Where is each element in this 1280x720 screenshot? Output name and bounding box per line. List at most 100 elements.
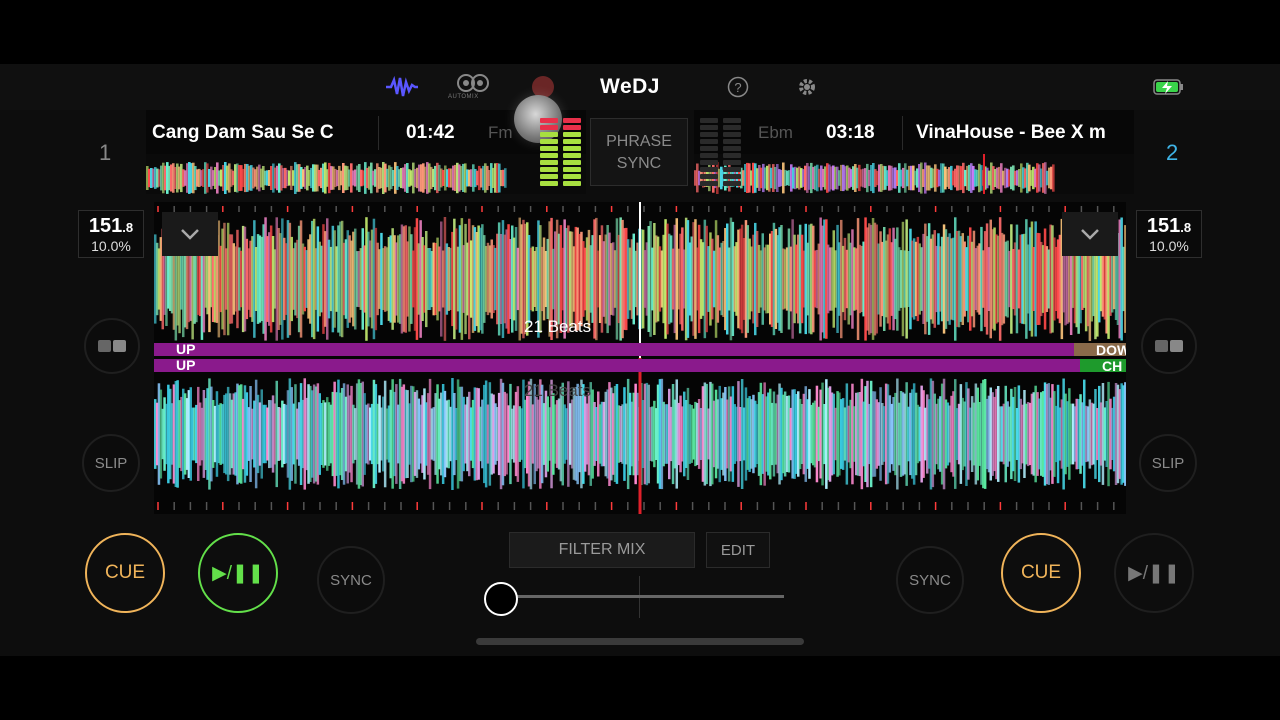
deck2-phrase-end: CH [1080, 359, 1126, 372]
home-indicator [476, 638, 804, 645]
deck2-chevron-down-icon[interactable] [1062, 212, 1118, 256]
deck1-time: 01:42 [406, 122, 455, 143]
edit-button[interactable]: EDIT [706, 532, 770, 568]
deck1-slip-button[interactable]: SLIP [82, 434, 140, 492]
meter-segment [540, 181, 558, 186]
divider [378, 116, 379, 150]
deck2-pitch: 10.0% [1149, 238, 1189, 254]
deck1-bpm-decimal: .8 [122, 220, 134, 235]
deck2-slip-button[interactable]: SLIP [1139, 434, 1197, 492]
wedj-app: AUTOMIX WeDJ ? 1 2 Cang Dam Sau Se C 01:… [0, 64, 1280, 656]
phrase-sync-button[interactable]: PHRASE SYNC [590, 118, 688, 186]
meter-segment [563, 153, 581, 158]
deck1-bpm-value: 151 [88, 215, 123, 237]
deck1-sync-button[interactable]: SYNC [317, 546, 385, 614]
meter-segment [723, 181, 741, 186]
deck1-waveform-bar [1124, 225, 1127, 333]
deck2-bpm-value: 151 [1146, 215, 1181, 237]
deck1-play-pause-button[interactable]: ▶/❚❚ [198, 533, 278, 613]
meter-segment [540, 139, 558, 144]
deck2-phrase-start: UP [176, 357, 196, 373]
crossfader-handle[interactable] [484, 582, 518, 616]
meter-segment [563, 160, 581, 165]
deck1-phrase-end: DOW [1074, 343, 1126, 356]
deck1-phrase-bar: UP DOW [154, 341, 1126, 357]
deck2-info: Ebm 03:18 VinaHouse - Bee X m [694, 110, 1134, 154]
meter-segment [723, 139, 741, 144]
deck2-beats-label: 21 Beats [524, 381, 592, 400]
deck2-level-meter [563, 118, 581, 190]
deck1-loop-button[interactable] [84, 318, 140, 374]
deck2-phrase-bar: UP CH [154, 357, 1126, 373]
meter-segment [723, 118, 741, 123]
battery-charging-icon [1151, 74, 1187, 100]
meter-segment [723, 160, 741, 165]
deck2-bpm-decimal: .8 [1180, 220, 1192, 235]
deck1-chevron-down-icon[interactable] [162, 212, 218, 256]
meter-segment [540, 118, 558, 123]
meter-segment [723, 167, 741, 172]
deck2-play-pause-button[interactable]: ▶/❚❚ [1114, 533, 1194, 613]
deck2-left-level-meter [700, 118, 718, 190]
deck2-sync-button[interactable]: SYNC [896, 546, 964, 614]
divider [902, 116, 903, 150]
app-logo: WeDJ [600, 75, 660, 98]
help-icon[interactable]: ? [720, 74, 756, 100]
deck2-track-title[interactable]: VinaHouse - Bee X m [916, 122, 1132, 144]
deck1-number: 1 [99, 140, 112, 165]
main-waveform-area[interactable] [154, 202, 1127, 514]
deck1-overview-bar [504, 168, 507, 188]
meter-segment [700, 125, 718, 130]
meter-segment [700, 118, 718, 123]
waveform-icon[interactable] [384, 74, 420, 100]
deck2-cue-button[interactable]: CUE [1001, 533, 1081, 613]
meter-segment [723, 174, 741, 179]
meter-segment [700, 174, 718, 179]
meter-segment [700, 153, 718, 158]
deck2-time: 03:18 [826, 122, 875, 143]
meter-segment [700, 167, 718, 172]
meter-segment [563, 125, 581, 130]
deck2-key: Ebm [758, 123, 793, 142]
deck2-bpm-display[interactable]: 151.8 10.0% [1136, 210, 1202, 258]
meter-segment [540, 167, 558, 172]
meter-segment [563, 118, 581, 123]
meter-segment [700, 160, 718, 165]
deck1-bpm-display[interactable]: 151.8 10.0% [78, 210, 144, 258]
meter-segment [723, 153, 741, 158]
meter-segment [563, 174, 581, 179]
meter-segment [700, 181, 718, 186]
meter-segment [700, 132, 718, 137]
deck1-pitch: 10.0% [91, 238, 131, 254]
deck1-track-title[interactable]: Cang Dam Sau Se C [152, 122, 362, 144]
meter-segment [540, 125, 558, 130]
meter-segment [563, 146, 581, 151]
deck1-phrase-start: UP [176, 341, 196, 357]
automix-icon[interactable] [455, 70, 491, 96]
meter-segment [563, 139, 581, 144]
deck2-overview-bar [1052, 164, 1055, 192]
meter-segment [563, 132, 581, 137]
deck1-level-meter [540, 118, 558, 190]
meter-segment [700, 139, 718, 144]
svg-text:?: ? [734, 80, 741, 95]
deck2-number: 2 [1166, 140, 1179, 165]
deck2-overview-waveform[interactable] [694, 154, 1134, 194]
crossfader-track[interactable] [500, 595, 784, 598]
deck2-waveform-bar [1124, 382, 1127, 486]
deck1-key: Fm [488, 123, 513, 142]
meter-segment [563, 167, 581, 172]
meter-segment [540, 132, 558, 137]
meter-segment [723, 132, 741, 137]
meter-segment [540, 160, 558, 165]
meter-segment [540, 153, 558, 158]
deck2-loop-button[interactable] [1141, 318, 1197, 374]
deck2-right-level-meter [723, 118, 741, 190]
deck1-overview-waveform[interactable] [146, 154, 586, 194]
filter-mix-button[interactable]: FILTER MIX [509, 532, 695, 568]
deck1-cue-button[interactable]: CUE [85, 533, 165, 613]
top-bar: AUTOMIX WeDJ ? [0, 64, 1280, 110]
settings-icon[interactable] [789, 74, 825, 100]
meter-segment [540, 146, 558, 151]
meter-segment [723, 125, 741, 130]
